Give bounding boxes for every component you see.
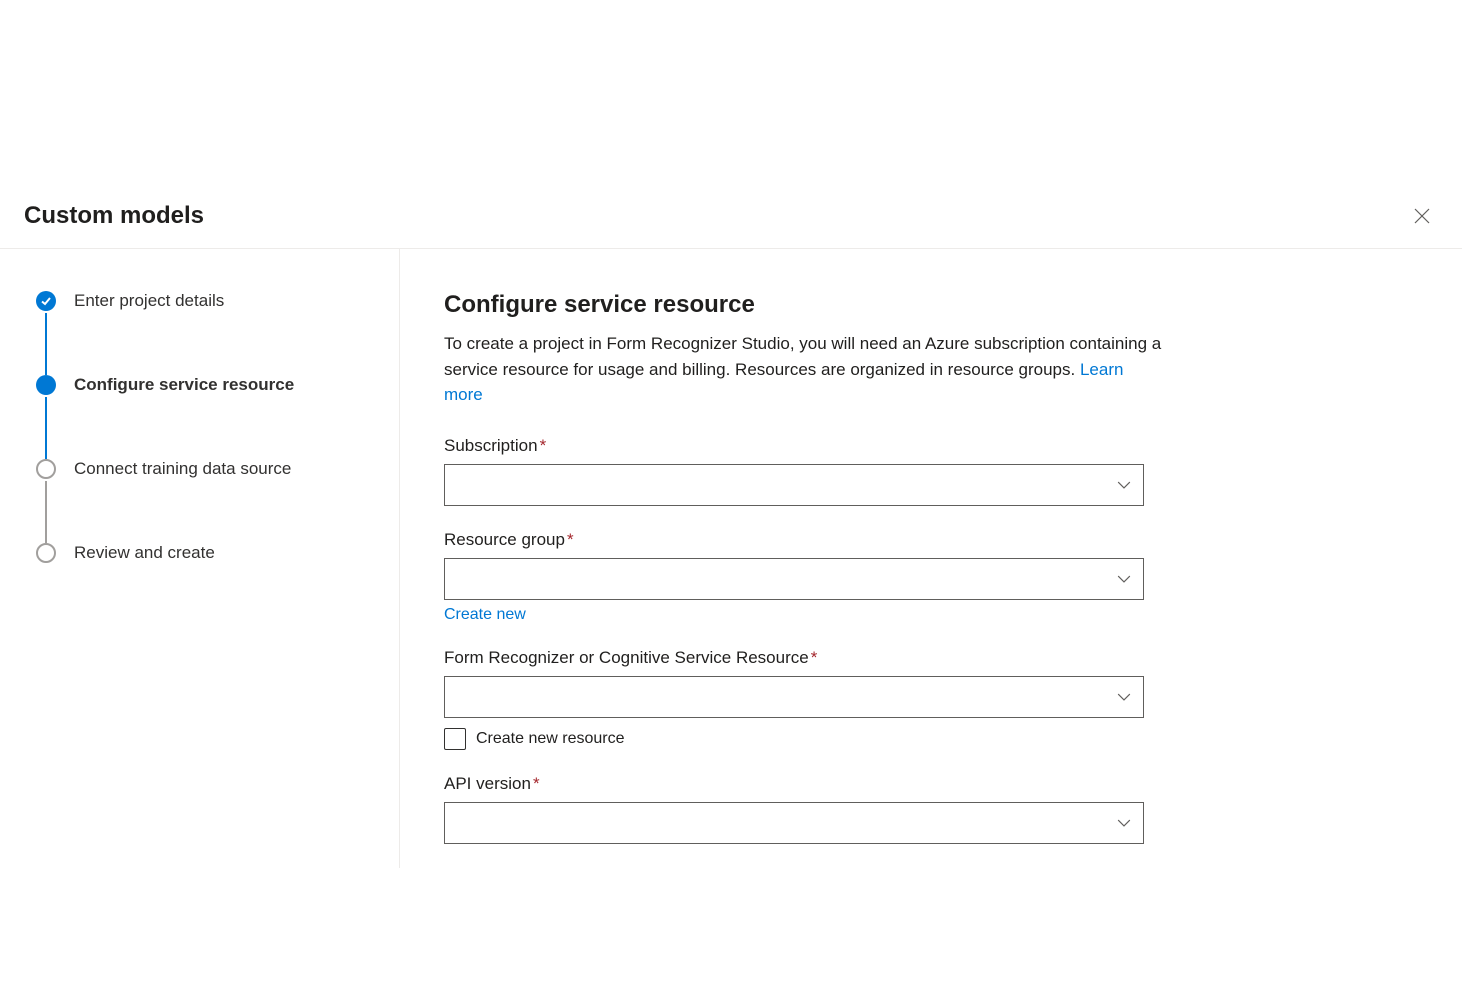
main-panel: Configure service resource To create a p… <box>400 249 1462 868</box>
subscription-dropdown[interactable] <box>444 464 1144 506</box>
label-text: Resource group <box>444 530 565 549</box>
wizard-stepper: Enter project details Configure service … <box>0 249 400 868</box>
step-configure-service-resource[interactable]: Configure service resource <box>36 375 375 395</box>
close-icon <box>1414 208 1430 224</box>
api-version-dropdown[interactable] <box>444 802 1144 844</box>
api-version-label: API version* <box>444 774 1144 794</box>
step-connector <box>45 481 47 543</box>
label-text: Form Recognizer or Cognitive Service Res… <box>444 648 809 667</box>
resource-group-label: Resource group* <box>444 530 1144 550</box>
page-title: Configure service resource <box>444 291 1414 319</box>
label-text: API version <box>444 774 531 793</box>
step-connector <box>45 397 47 459</box>
required-asterisk: * <box>540 436 547 455</box>
field-resource-group: Resource group* Create new <box>444 530 1144 624</box>
label-text: Subscription <box>444 436 538 455</box>
field-api-version: API version* <box>444 774 1144 844</box>
create-new-resource-checkbox[interactable] <box>444 728 466 750</box>
chevron-down-icon <box>1117 816 1131 830</box>
chevron-down-icon <box>1117 572 1131 586</box>
required-asterisk: * <box>567 530 574 549</box>
circle-empty-icon <box>36 543 56 563</box>
required-asterisk: * <box>533 774 540 793</box>
chevron-down-icon <box>1117 690 1131 704</box>
subscription-label: Subscription* <box>444 436 1144 456</box>
check-icon <box>36 291 56 311</box>
circle-filled-icon <box>36 375 56 395</box>
create-new-resource-group-link[interactable]: Create new <box>444 606 526 624</box>
page-description: To create a project in Form Recognizer S… <box>444 331 1164 408</box>
circle-empty-icon <box>36 459 56 479</box>
close-button[interactable] <box>1406 200 1438 232</box>
checkbox-label: Create new resource <box>476 730 625 748</box>
step-label: Enter project details <box>74 291 224 311</box>
step-label: Configure service resource <box>74 375 294 395</box>
fr-resource-label: Form Recognizer or Cognitive Service Res… <box>444 648 1144 668</box>
field-fr-resource: Form Recognizer or Cognitive Service Res… <box>444 648 1144 750</box>
dialog-header: Custom models <box>0 200 1462 249</box>
resource-group-dropdown[interactable] <box>444 558 1144 600</box>
dialog-title: Custom models <box>24 202 204 230</box>
create-new-resource-row: Create new resource <box>444 728 1144 750</box>
description-text: To create a project in Form Recognizer S… <box>444 334 1161 379</box>
fr-resource-dropdown[interactable] <box>444 676 1144 718</box>
step-connector <box>45 313 47 375</box>
step-review-and-create[interactable]: Review and create <box>36 543 375 563</box>
chevron-down-icon <box>1117 478 1131 492</box>
step-label: Connect training data source <box>74 459 291 479</box>
field-subscription: Subscription* <box>444 436 1144 506</box>
required-asterisk: * <box>811 648 818 667</box>
step-label: Review and create <box>74 543 215 563</box>
step-connect-training-data-source[interactable]: Connect training data source <box>36 459 375 479</box>
step-enter-project-details[interactable]: Enter project details <box>36 291 375 311</box>
